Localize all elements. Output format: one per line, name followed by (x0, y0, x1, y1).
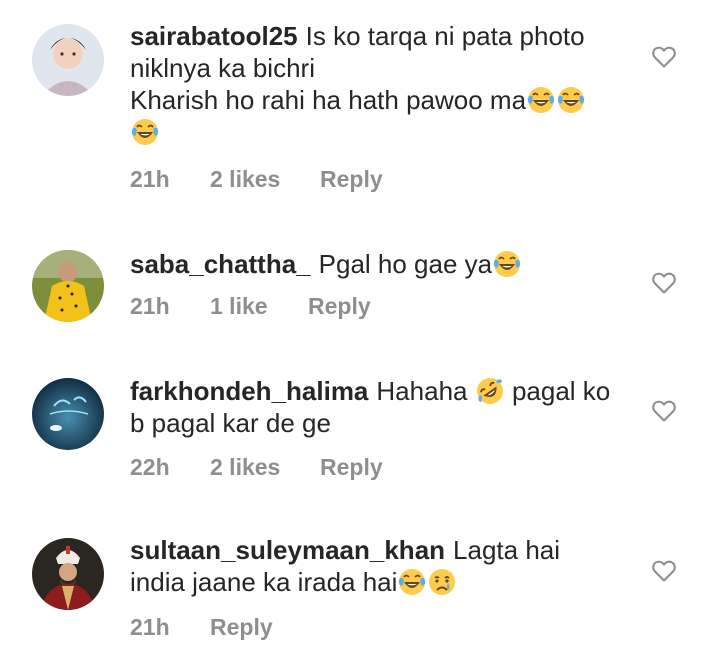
comment-body: farkhondeh_halima Hahaha pagal ko b pagal… (130, 375, 630, 439)
reply-button[interactable]: Reply (320, 166, 383, 193)
tears-of-joy-emoji (130, 117, 160, 147)
crying-face-emoji (427, 567, 457, 597)
comment-meta: 21h 1 like Reply (130, 293, 371, 320)
comment-text: b pagal kar de ge (130, 408, 331, 438)
comment-body: sultaan_suleymaan_khan Lagta hai india ja… (130, 534, 630, 598)
reply-button[interactable]: Reply (210, 614, 273, 641)
comment-timestamp: 22h (130, 454, 170, 480)
reply-button[interactable]: Reply (308, 293, 371, 320)
comment-text: Is ko tarqa ni pata photo (305, 21, 585, 51)
comment-text: pagal ko (511, 376, 611, 406)
rolling-on-the-floor-laughing-emoji (475, 376, 505, 406)
reply-button[interactable]: Reply (320, 454, 383, 481)
comment-text: Hahaha (376, 376, 468, 406)
heart-icon[interactable] (650, 42, 678, 70)
comment-text: Pgal ho gae ya (318, 249, 493, 279)
tears-of-joy-emoji (556, 85, 586, 115)
comment-timestamp: 21h (130, 614, 170, 640)
comment-text: Lagta hai (453, 535, 561, 565)
comment-username[interactable]: sairabatool25 (130, 21, 298, 51)
tears-of-joy-emoji (492, 249, 522, 279)
comment-text: india jaane ka irada hai (130, 567, 398, 597)
avatar[interactable] (32, 378, 104, 450)
comment-text: niklnya ka bichri (130, 53, 315, 83)
comment-meta: 22h 2 likes Reply (130, 454, 383, 481)
tears-of-joy-emoji (397, 567, 427, 597)
likes-count[interactable]: 2 likes (210, 166, 320, 193)
heart-icon[interactable] (650, 396, 678, 424)
comment-body: sairabatool25 Is ko tarqa ni pata photo n… (130, 20, 630, 148)
comment-username[interactable]: saba_chattha_ (130, 249, 311, 279)
likes-count[interactable]: 2 likes (210, 454, 320, 481)
comment-meta: 21h Reply (130, 614, 273, 641)
avatar[interactable] (32, 250, 104, 322)
avatar[interactable] (32, 538, 104, 610)
likes-count[interactable]: 1 like (210, 293, 308, 320)
tears-of-joy-emoji (526, 85, 556, 115)
comment-meta: 21h 2 likes Reply (130, 166, 383, 193)
comment-username[interactable]: sultaan_suleymaan_khan (130, 535, 445, 565)
comment-timestamp: 21h (130, 166, 170, 192)
comment-timestamp: 21h (130, 293, 170, 319)
avatar[interactable] (32, 24, 104, 96)
comment-body: saba_chattha_ Pgal ho gae ya (130, 248, 630, 280)
comment-text: Kharish ho rahi ha hath pawoo ma (130, 85, 527, 115)
heart-icon[interactable] (650, 268, 678, 296)
heart-icon[interactable] (650, 556, 678, 584)
comment-username[interactable]: farkhondeh_halima (130, 376, 368, 406)
